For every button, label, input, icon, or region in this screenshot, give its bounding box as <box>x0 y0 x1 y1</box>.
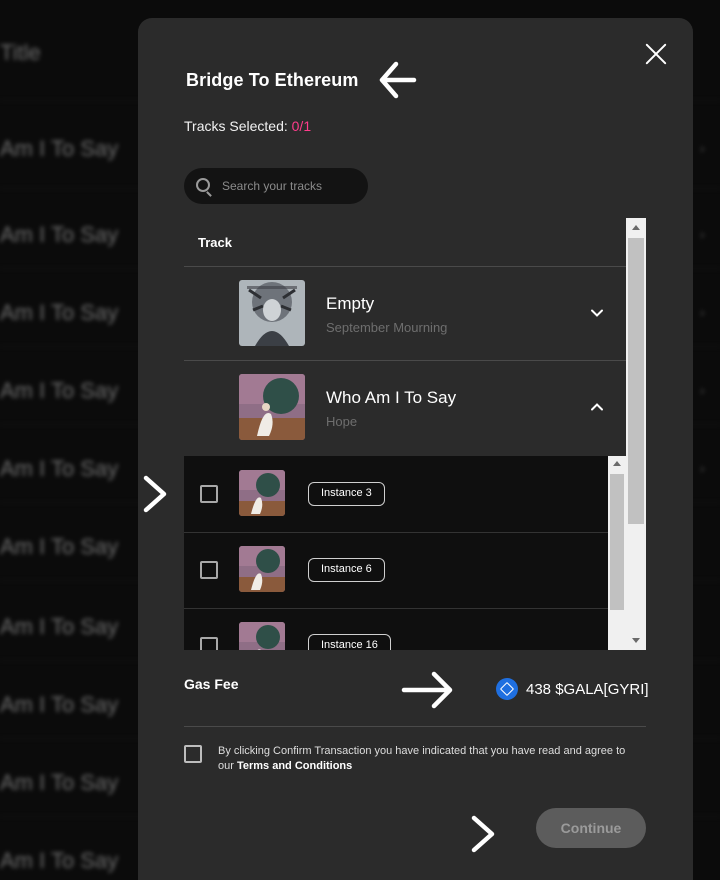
background-row: Am I To Say <box>0 136 119 161</box>
instance-scrollbar[interactable] <box>608 456 626 650</box>
chevron-up-icon[interactable] <box>590 400 604 414</box>
close-icon[interactable] <box>644 42 668 66</box>
gas-fee-amount: 438 $GALA[GYRI] <box>526 680 649 698</box>
track-artist: Hope <box>326 414 358 429</box>
track-name: Who Am I To Say <box>326 388 457 407</box>
annotation-arrow-icon <box>468 812 500 856</box>
instance-label: Instance 16 <box>308 634 391 650</box>
terms-checkbox[interactable] <box>184 745 202 763</box>
modal-title: Bridge To Ethereum <box>186 70 359 90</box>
scrollbar-thumb[interactable] <box>628 238 644 524</box>
background-row: Am I To Say <box>0 614 119 639</box>
background-row: Am I To Say <box>0 222 119 247</box>
instance-artwork <box>239 470 285 516</box>
track-row[interactable]: Who Am I To Say Hope <box>184 360 626 454</box>
instance-label: Instance 3 <box>308 482 385 506</box>
background-row: Am I To Say <box>0 378 119 403</box>
gas-fee-label: Gas Fee <box>184 676 239 692</box>
instance-row[interactable]: Instance 6 <box>184 532 608 608</box>
instance-row[interactable]: Instance 16 <box>184 608 608 650</box>
tracks-selected-count: 0/1 <box>291 118 312 134</box>
continue-button[interactable]: Continue <box>536 808 646 848</box>
gala-token-icon <box>496 678 518 700</box>
gas-fee-value: 438 $GALA[GYRI] <box>496 678 649 700</box>
background-row: Am I To Say <box>0 770 119 795</box>
background-row: Am I To Say <box>0 456 119 481</box>
annotation-arrow-icon <box>140 472 172 516</box>
bridge-modal: Bridge To Ethereum Tracks Selected: 0/1 … <box>138 18 693 880</box>
instance-checkbox[interactable] <box>200 561 218 579</box>
track-artist: September Mourning <box>326 320 448 335</box>
chevron-down-icon[interactable] <box>590 306 604 320</box>
track-name: Empty <box>326 294 375 313</box>
table-header-track: Track <box>198 235 232 250</box>
scroll-up-icon[interactable] <box>613 461 621 466</box>
annotation-arrow-icon <box>378 58 418 102</box>
scroll-up-icon[interactable] <box>632 225 640 230</box>
background-header: Title <box>0 40 41 65</box>
instance-artwork <box>239 546 285 592</box>
tracks-selected: Tracks Selected: 0/1 <box>184 118 311 134</box>
scrollbar-thumb[interactable] <box>610 474 624 610</box>
instance-list: Instance 3 Instance 6 Instance 16 <box>184 456 626 650</box>
terms-text: By clicking Confirm Transaction you have… <box>218 744 638 774</box>
background-row: Am I To Say <box>0 848 119 873</box>
terms-link[interactable]: Terms and Conditions <box>237 760 352 772</box>
background-row: Am I To Say <box>0 300 119 325</box>
instance-checkbox[interactable] <box>200 485 218 503</box>
track-table: Track Empty September Mourning Who Am I … <box>184 218 646 650</box>
track-artwork <box>239 374 305 440</box>
table-scrollbar[interactable] <box>626 218 646 650</box>
background-row: Am I To Say <box>0 692 119 717</box>
search-icon <box>196 178 210 192</box>
search-input[interactable] <box>222 168 362 204</box>
search-box <box>184 168 368 204</box>
instance-row[interactable]: Instance 3 <box>184 456 608 532</box>
instance-artwork <box>239 622 285 650</box>
track-row[interactable]: Empty September Mourning <box>184 266 626 360</box>
track-artwork <box>239 280 305 346</box>
tracks-selected-label: Tracks Selected: <box>184 118 288 134</box>
annotation-arrow-icon <box>400 668 456 712</box>
divider <box>184 726 646 727</box>
background-row: Am I To Say <box>0 534 119 559</box>
scroll-down-icon[interactable] <box>632 638 640 643</box>
instance-label: Instance 6 <box>308 558 385 582</box>
instance-checkbox[interactable] <box>200 637 218 650</box>
